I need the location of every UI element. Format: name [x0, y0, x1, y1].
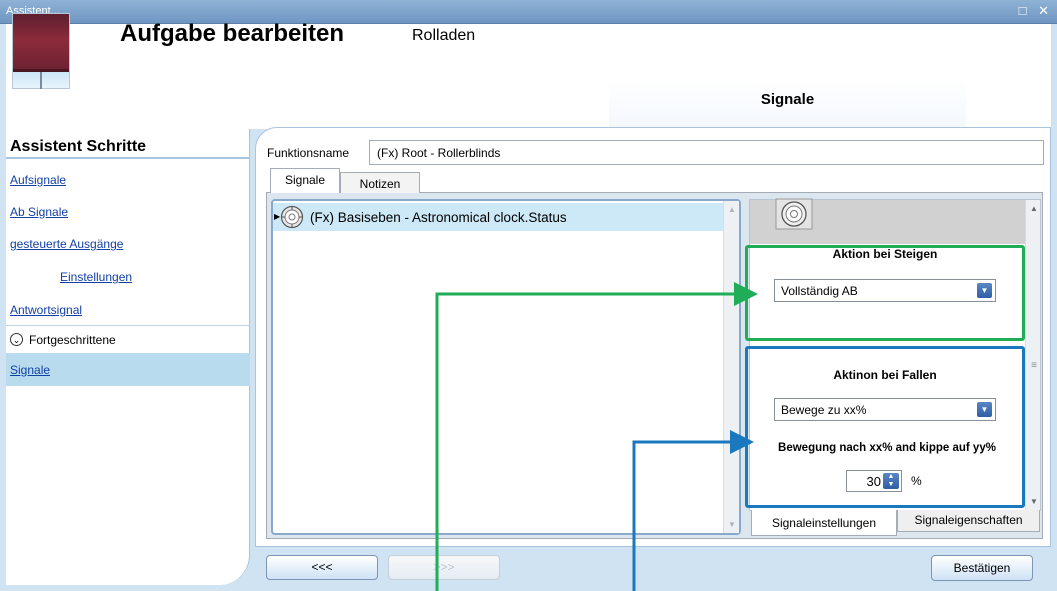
blue-annotation-arrow	[632, 430, 754, 591]
tab-signale[interactable]: Signale	[270, 168, 340, 193]
annotation-arrows	[435, 282, 758, 591]
